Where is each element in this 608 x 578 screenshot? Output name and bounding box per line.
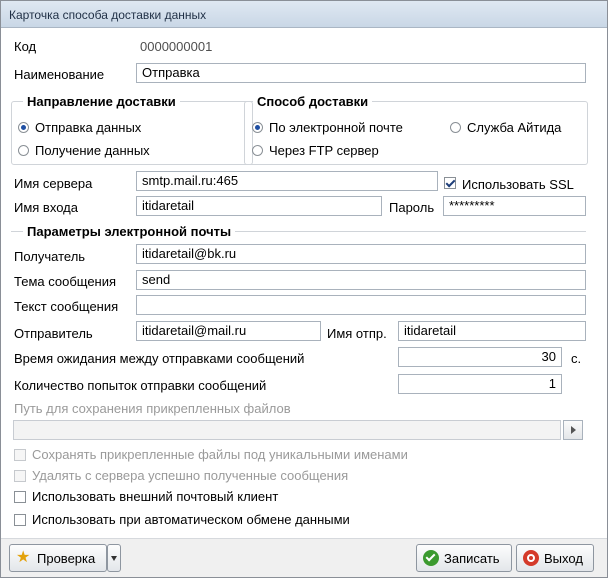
ssl-checkbox[interactable] (444, 177, 456, 189)
radio-itida-service[interactable] (450, 122, 461, 133)
body-input[interactable] (136, 295, 586, 315)
checkmark-icon (423, 550, 439, 566)
wait-label: Время ожидания между отправками сообщени… (14, 351, 305, 366)
title-bar[interactable]: Карточка способа доставки данных (1, 1, 607, 28)
radio-itida-service-label[interactable]: Служба Айтида (467, 120, 561, 135)
check-dropdown-button[interactable] (107, 544, 121, 572)
sender-name-label: Имя отпр. (327, 326, 387, 341)
code-value: 0000000001 (140, 39, 213, 54)
check-button[interactable]: ★ Проверка (9, 544, 107, 572)
save-button-label: Записать (444, 550, 500, 566)
delete-received-checkbox[interactable] (14, 470, 26, 482)
sender-label: Отправитель (14, 326, 93, 341)
star-icon: ★ (16, 549, 31, 566)
unique-names-checkbox[interactable] (14, 449, 26, 461)
radio-email[interactable] (252, 122, 263, 133)
wait-input[interactable]: 30 (398, 347, 562, 367)
dialog-footer: ★ Проверка Записать Выход (1, 538, 607, 577)
external-client-label[interactable]: Использовать внешний почтовый клиент (32, 489, 278, 504)
server-input[interactable]: smtp.mail.ru:465 (136, 171, 438, 191)
password-label: Пароль (389, 200, 435, 215)
radio-ftp-label[interactable]: Через FTP сервер (269, 143, 379, 158)
password-input[interactable]: ********* (443, 196, 586, 216)
sender-name-input[interactable]: itidaretail (398, 321, 586, 341)
sender-input[interactable]: itidaretail@mail.ru (136, 321, 321, 341)
dialog-content: Код 0000000001 Наименование Отправка Нап… (1, 28, 607, 538)
subject-input[interactable]: send (136, 270, 586, 290)
radio-receive-data-label[interactable]: Получение данных (35, 143, 150, 158)
check-button-label: Проверка (37, 550, 96, 566)
email-params-legend: Параметры электронной почты (23, 224, 236, 239)
attempts-label: Количество попыток отправки сообщений (14, 378, 267, 393)
code-label: Код (14, 39, 37, 54)
unique-names-label: Сохранять прикрепленные файлы под уникал… (32, 447, 408, 462)
name-label: Наименование (14, 67, 105, 82)
browse-path-button[interactable] (563, 420, 583, 440)
exit-button[interactable]: Выход (516, 544, 594, 572)
path-label: Путь для сохранения прикрепленных файлов (14, 401, 291, 416)
login-input[interactable]: itidaretail (136, 196, 382, 216)
save-button[interactable]: Записать (416, 544, 512, 572)
login-label: Имя входа (14, 200, 78, 215)
radio-email-label[interactable]: По электронной почте (269, 120, 403, 135)
external-client-checkbox[interactable] (14, 491, 26, 503)
radio-ftp[interactable] (252, 145, 263, 156)
wait-unit: с. (571, 351, 582, 366)
auto-exchange-label[interactable]: Использовать при автоматическом обмене д… (32, 512, 350, 527)
body-label: Текст сообщения (14, 299, 119, 314)
window-title: Карточка способа доставки данных (9, 8, 207, 22)
name-input[interactable]: Отправка (136, 63, 586, 83)
direction-legend: Направление доставки (23, 94, 180, 109)
exit-button-label: Выход (544, 550, 583, 566)
radio-send-data-label[interactable]: Отправка данных (35, 120, 141, 135)
method-legend: Способ доставки (253, 94, 373, 109)
delete-received-label: Удалять с сервера успешно полученные соо… (32, 468, 349, 483)
recipient-input[interactable]: itidaretail@bk.ru (136, 244, 586, 264)
radio-send-data[interactable] (18, 122, 29, 133)
dialog-window: Карточка способа доставки данных Код 000… (0, 0, 608, 578)
path-input[interactable] (13, 420, 561, 440)
server-label: Имя сервера (14, 176, 93, 191)
radio-receive-data[interactable] (18, 145, 29, 156)
auto-exchange-checkbox[interactable] (14, 514, 26, 526)
subject-label: Тема сообщения (14, 274, 117, 289)
attempts-input[interactable]: 1 (398, 374, 562, 394)
recipient-label: Получатель (14, 249, 86, 264)
power-icon (523, 550, 539, 566)
ssl-label[interactable]: Использовать SSL (462, 177, 574, 192)
